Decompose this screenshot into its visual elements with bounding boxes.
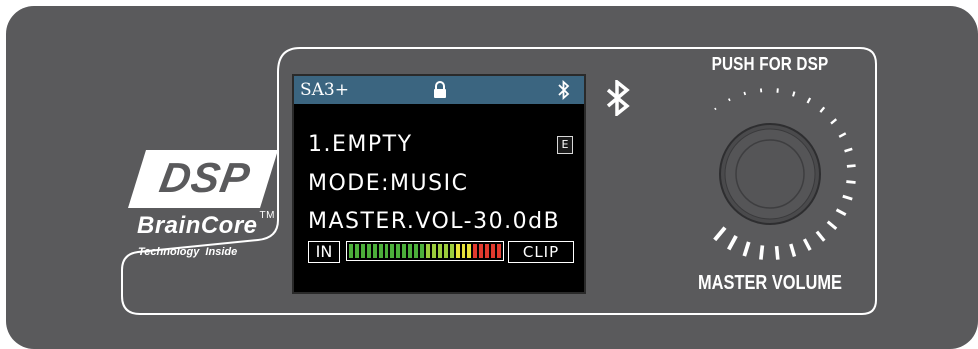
- lcd-header: SA3+: [294, 76, 584, 104]
- meter-segment: [491, 244, 496, 258]
- preset-name: 1.EMPTY: [308, 132, 413, 157]
- input-label: IN: [308, 241, 340, 263]
- volume-tick: [743, 91, 747, 96]
- meter-segment: [485, 244, 490, 258]
- meter-segment: [384, 244, 389, 258]
- meter-segment: [408, 244, 413, 258]
- volume-tick: [842, 194, 853, 201]
- meter-segment: [372, 244, 377, 258]
- volume-tick: [846, 180, 856, 184]
- volume-tick: [846, 164, 856, 168]
- model-label: SA3+: [300, 80, 349, 100]
- meter-segment: [467, 244, 472, 258]
- meter-segment: [360, 244, 365, 258]
- volume-tick: [726, 235, 738, 251]
- volume-tick: [774, 245, 780, 260]
- trademark: TM: [259, 210, 275, 221]
- volume-tick: [844, 147, 853, 153]
- level-meter: [346, 241, 504, 261]
- meter-segment: [349, 244, 353, 258]
- volume-tick: [838, 132, 847, 138]
- level-meter-row: IN CLIP: [308, 241, 578, 263]
- volume-tick: [826, 220, 838, 230]
- meter-segment: [390, 244, 395, 258]
- meter-segment: [479, 244, 484, 258]
- meter-segment: [396, 244, 401, 258]
- lock-icon: [434, 81, 446, 98]
- volume-tick: [714, 107, 717, 111]
- master-volume-readout: MASTER.VOL-30.0dB: [308, 209, 561, 234]
- meter-segment: [378, 244, 383, 258]
- volume-tick: [728, 98, 731, 102]
- meter-segment: [497, 244, 501, 258]
- volume-tick: [830, 118, 838, 125]
- volume-tick: [835, 208, 847, 217]
- volume-tick: [789, 243, 797, 257]
- mode-readout: MODE:MUSIC: [308, 171, 469, 196]
- meter-segment: [473, 244, 478, 258]
- meter-segment: [443, 244, 448, 258]
- dsp-badge-text: DSP: [156, 154, 254, 201]
- push-for-dsp-label: PUSH FOR DSP: [711, 54, 829, 74]
- meter-segment: [420, 244, 424, 258]
- volume-tick: [819, 106, 826, 113]
- meter-segment: [455, 244, 460, 258]
- meter-segment: [414, 244, 419, 258]
- meter-segment: [437, 244, 442, 258]
- meter-segment: [425, 244, 430, 258]
- master-volume-label: MASTER VOLUME: [698, 272, 842, 294]
- bluetooth-icon: [606, 80, 630, 116]
- volume-tick: [806, 97, 812, 104]
- meter-segment: [354, 244, 359, 258]
- knob-face[interactable]: [724, 128, 816, 220]
- volume-tick: [742, 241, 751, 257]
- meter-segment: [402, 244, 407, 258]
- brand-name: BrainCore TM: [137, 210, 275, 240]
- meter-segment: [366, 244, 371, 258]
- bluetooth-icon: [558, 80, 570, 100]
- preset-badge: E: [557, 136, 573, 154]
- brand-tagline: Technology Inside: [138, 246, 238, 258]
- volume-tick: [802, 238, 812, 251]
- brand-name-text: BrainCore: [137, 212, 258, 239]
- clip-indicator: CLIP: [508, 241, 574, 263]
- meter-segment: [461, 244, 466, 258]
- volume-tick: [815, 230, 826, 242]
- volume-tick: [759, 245, 765, 260]
- volume-tick: [713, 226, 727, 242]
- master-volume-knob[interactable]: [680, 84, 860, 264]
- meter-segment: [449, 244, 454, 258]
- lcd-display: SA3+ 1.EMPTY E MODE:MUSIC MASTER.VOL-30.…: [292, 74, 586, 294]
- volume-tick: [792, 91, 796, 97]
- meter-segment: [431, 244, 436, 258]
